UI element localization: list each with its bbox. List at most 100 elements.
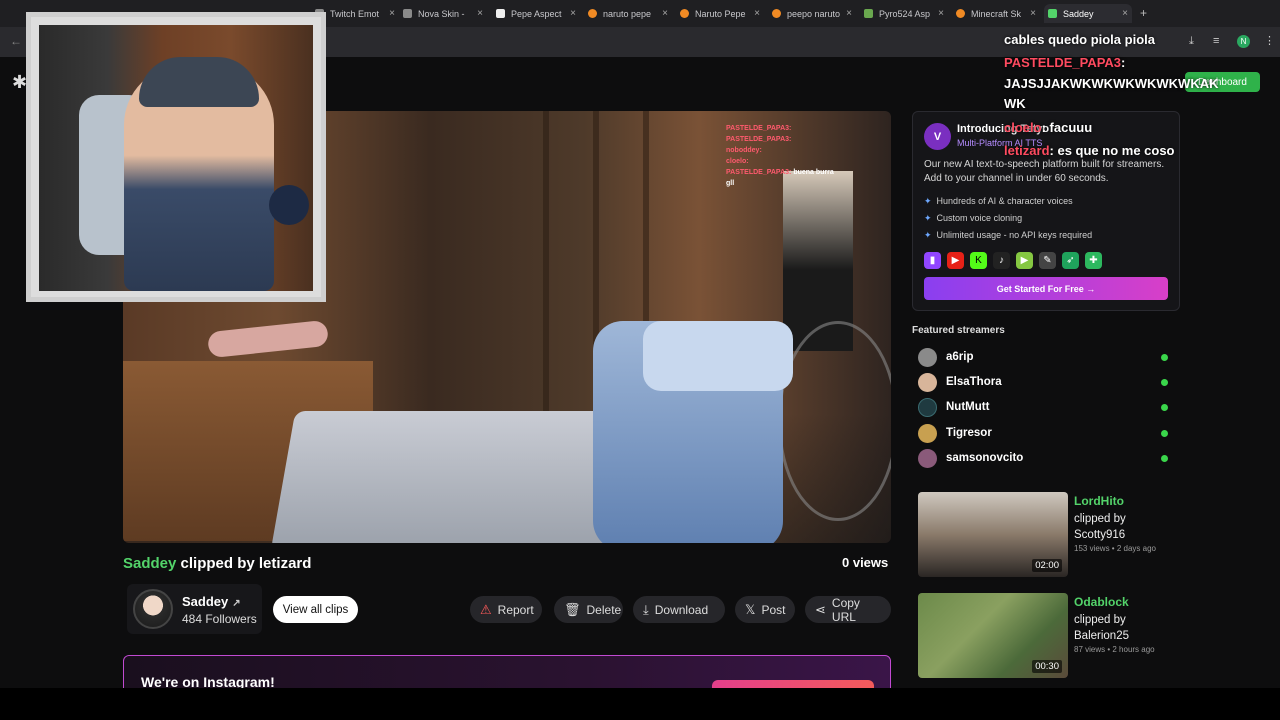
report-button[interactable]: ⚠ Report [470,596,542,623]
clip-title: Saddey clipped by letizard [123,555,311,572]
rocket-icon: ➶ [1062,252,1079,269]
plus-icon: ✦ [924,230,932,240]
external-link-icon: ↗ [232,598,241,609]
streamer-name: ElsaThora [946,376,1002,388]
tab-label: Twitch Emot [330,8,380,19]
youtube-icon: ▶ [947,252,964,269]
video-scene-chair-headrest [643,321,793,391]
clip-view-count: 0 views [842,555,889,570]
overlay-chat-line: letizard: es que no me coso [1004,143,1175,158]
stream-chat-overlay: cables quedo piola piola PASTELDE_PAPA3:… [1004,28,1274,162]
tab-close-icon[interactable]: × [1116,8,1128,19]
streamer-avatar [918,347,937,367]
tab-label: Saddey [1063,8,1094,19]
tab-close-icon[interactable]: × [383,8,395,19]
tab-close-icon[interactable]: × [840,8,852,19]
featured-streamer[interactable]: a6rip [918,347,1168,367]
ad-logo-icon: V [924,123,951,150]
video-scene-detail [543,111,549,411]
clip-thumbnail[interactable]: 00:30 [918,593,1068,678]
kick-icon: K [970,252,987,269]
browser-tab[interactable]: Minecraft Sk × [956,4,1036,23]
ad-bullet: ✦ Hundreds of AI & character voices [924,196,1073,206]
streamer-name: Tigresor [946,427,992,439]
clip-duration: 00:30 [1032,660,1062,673]
channel-followers: 484 Followers [182,612,257,626]
video-embedded-chat: PASTELDE_PAPA3: PASTELDE_PAPA3: noboddey… [726,123,886,189]
browser-tab[interactable]: naruto pepe × [588,4,668,23]
streamer-name: samsonovcito [946,452,1024,464]
tab-close-icon[interactable]: × [932,8,944,19]
overlay-chat-line: cloelo: facuuu [1004,120,1093,135]
tab-favicon-icon [956,9,965,18]
copy-url-button[interactable]: ⋖ Copy URL [805,596,891,624]
streamer-name: NutMutt [946,401,990,413]
tab-label: Pepe Aspect [511,8,562,19]
post-button[interactable]: 𝕏 Post [735,596,795,623]
streamer-avatar [918,397,937,417]
ad-platform-icons: ▮ ▶ K ♪ ▶ ✎ ➶ ✚ [924,252,1102,269]
streamer-avatar [918,448,937,468]
tab-favicon-icon [403,9,412,18]
related-clip[interactable]: 02:00 LordHito clipped by Scotty916 153 … [918,492,1180,578]
live-indicator [1161,429,1168,437]
related-clip[interactable]: 00:30 Odablock clipped by Balerion25 87 … [918,593,1180,679]
new-tab-button[interactable]: + [1140,6,1147,20]
tab-label: Pyro524 Asp [879,8,931,19]
channel-avatar[interactable] [133,589,173,629]
live-indicator [1161,454,1168,462]
tab-favicon-icon [864,9,873,18]
plus-icon: ✦ [924,213,932,223]
video-chat-line: cloelo: [726,158,749,165]
browser-tab[interactable]: Nova Skin - × [403,4,483,23]
browser-tab[interactable]: peepo naruto × [772,4,852,23]
site-logo-icon[interactable]: ✱ [12,72,27,93]
clip-duration: 02:00 [1032,559,1062,572]
tab-close-icon[interactable]: × [748,8,760,19]
back-icon[interactable]: ← [10,34,22,48]
overlay-chat-line: WK [1004,96,1026,111]
clip-clipper-link[interactable]: letizard [259,555,312,572]
featured-streamer[interactable]: Tigresor [918,423,1168,443]
clip-channel-name[interactable]: LordHito [1074,494,1124,508]
tab-close-icon[interactable]: × [471,8,483,19]
tiktok-icon: ♪ [993,252,1010,269]
clip-thumbnail[interactable]: 02:00 [918,492,1068,577]
clip-channel-link[interactable]: Saddey [123,555,176,572]
featured-streamers-heading: Featured streamers [912,325,1005,336]
live-indicator [1161,353,1168,361]
overlay-chat-line: JAJSJJAKWKWKWKWKWKWKAK [1004,76,1219,91]
video-scene-fan [778,321,891,521]
tab-close-icon[interactable]: × [656,8,668,19]
tab-favicon-icon [588,9,597,18]
browser-tab[interactable]: Naruto Pepe × [680,4,760,23]
ad-description: Our new AI text-to-speech platform built… [924,159,1165,184]
view-all-clips-button[interactable]: View all clips [273,596,358,623]
browser-tab[interactable]: Pyro524 Asp × [864,4,944,23]
streamer-name: a6rip [946,351,974,363]
ad-get-started-button[interactable]: Get Started For Free → [924,277,1168,300]
featured-streamer[interactable]: samsonovcito [918,448,1168,468]
delete-button[interactable]: 🗑 Delete [554,596,623,623]
tab-close-icon[interactable]: × [564,8,576,19]
streamer-avatar [918,423,937,443]
tab-favicon-icon [772,9,781,18]
tab-close-icon[interactable]: × [1024,8,1036,19]
video-chat-line: gll [726,180,735,187]
tab-favicon-icon [496,9,505,18]
trash-icon: 🗑 [564,601,581,617]
x-logo-icon: 𝕏 [745,601,756,617]
clip-channel-name[interactable]: Odablock [1074,595,1129,609]
clip-clipped-by-text: clipped by [180,555,255,572]
channel-name[interactable]: Saddey ↗ [182,594,241,609]
tab-label: Nova Skin - [418,8,465,19]
browser-tab-active[interactable]: Saddey × [1044,4,1132,23]
featured-streamer[interactable]: ElsaThora [918,372,1168,392]
tab-label: Minecraft Sk [971,8,1022,19]
featured-streamer[interactable]: NutMutt [918,397,1168,417]
download-button[interactable]: ⤓ Download [633,596,725,623]
browser-tab[interactable]: Twitch Emot × [315,4,395,23]
ad-bullet: ✦ Unlimited usage - no API keys required [924,230,1093,240]
video-chat-line: PASTELDE_PAPA3: [726,136,792,143]
browser-tab[interactable]: Pepe Aspect × [496,4,576,23]
